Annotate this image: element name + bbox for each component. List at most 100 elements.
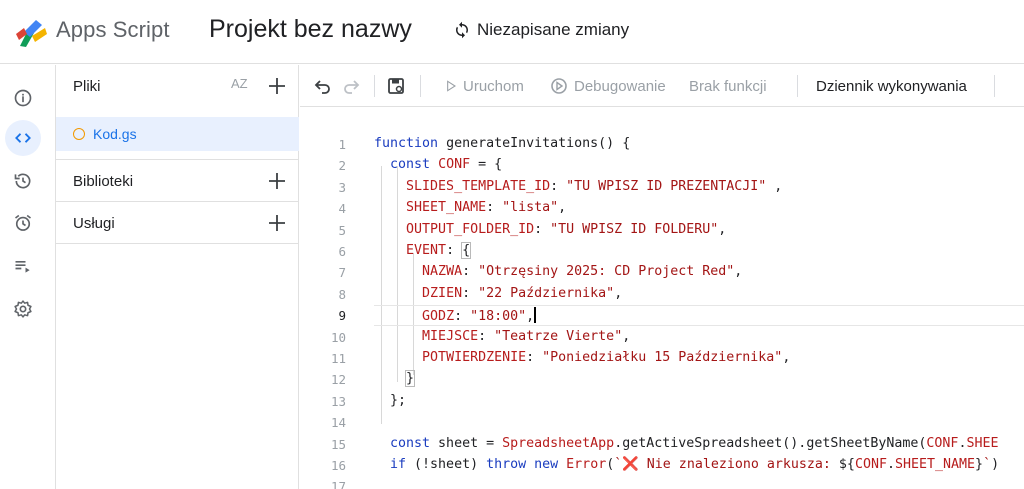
line-number: 16 (330, 458, 346, 473)
save-status-label: Niezapisane zmiany (477, 20, 630, 39)
line-number: 1 (338, 137, 346, 152)
executions-button[interactable] (5, 248, 41, 284)
line-number: 4 (338, 201, 346, 217)
code-line[interactable]: 15 const sheet = SpreadsheetApp.getActiv… (300, 434, 1024, 455)
line-number: 11 (330, 351, 346, 366)
code-line[interactable]: 5 OUTPUT_FOLDER_ID: "TU WPISZ ID FOLDERU… (300, 220, 1024, 241)
undo-button[interactable] (314, 76, 332, 96)
code-line[interactable]: 2 const CONF = { (300, 155, 1024, 176)
project-title[interactable]: Projekt bez nazwy (209, 15, 412, 44)
code-text: MIEJSCE: "Teatrze Vierte", (422, 328, 631, 344)
code-text: GODZ: "18:00", (422, 307, 536, 325)
code-line[interactable]: 7 NAZWA: "Otrzęsiny 2025: CD Project Red… (300, 262, 1024, 283)
code-editor[interactable]: 1 function generateInvitations() { 2 con… (300, 108, 1024, 489)
line-number: 12 (330, 372, 346, 388)
brand-name[interactable]: Apps Script (56, 17, 170, 43)
code-line[interactable]: 6 EVENT: { (300, 241, 1024, 262)
save-button[interactable] (387, 76, 405, 96)
code-text: NAZWA: "Otrzęsiny 2025: CD Project Red", (422, 264, 743, 280)
file-item[interactable]: Kod.gs (56, 117, 299, 151)
code-line[interactable]: 11 POTWIERDZENIE: "Poniedziałku 15 Paźdz… (300, 348, 1024, 369)
code-line[interactable]: 3 SLIDES_TEMPLATE_ID: "TU WPISZ ID PREZE… (300, 177, 1024, 198)
triggers-button[interactable] (5, 205, 41, 241)
function-select[interactable]: Brak funkcji (689, 76, 767, 96)
line-number: 3 (338, 179, 346, 195)
debug-button[interactable]: Debugowanie (550, 76, 666, 96)
line-number: 17 (330, 479, 346, 489)
code-line[interactable]: 17 (300, 476, 1024, 489)
debug-label: Debugowanie (574, 77, 666, 95)
settings-button[interactable] (5, 291, 41, 327)
code-text: SHEET_NAME: "lista", (406, 200, 567, 216)
line-number: 7 (338, 265, 346, 281)
add-library-button[interactable] (266, 170, 288, 192)
code-line-current[interactable]: 9 GODZ: "18:00", (300, 305, 1024, 327)
code-text: POTWIERDZENIE: "Poniedziałku 15 Paździer… (422, 350, 791, 365)
code-line[interactable]: 14 (300, 412, 1024, 433)
code-text: const sheet = SpreadsheetApp.getActiveSp… (390, 435, 999, 451)
line-number: 14 (330, 415, 346, 431)
execution-log-button[interactable]: Dziennik wykonywania (816, 76, 967, 96)
app-header: Apps Script Projekt bez nazwy Niezapisan… (0, 0, 1024, 64)
text-caret (534, 307, 536, 324)
code-line[interactable]: 8 DZIEN: "22 Października", (300, 284, 1024, 305)
code-text: EVENT: { (406, 242, 472, 259)
toolbar-divider (797, 75, 798, 97)
section-divider (56, 243, 299, 244)
code-line[interactable]: 13 }; (300, 391, 1024, 412)
code-line[interactable]: 16 if (!sheet) throw new Error(`❌ Nie zn… (300, 455, 1024, 476)
run-label: Uruchom (463, 77, 524, 95)
redo-icon (344, 80, 360, 94)
plus-icon (269, 78, 285, 94)
code-line[interactable]: 10 MIEJSCE: "Teatrze Vierte", (300, 327, 1024, 348)
add-service-button[interactable] (266, 212, 288, 234)
file-name[interactable]: Kod.gs (93, 126, 137, 142)
code-line[interactable]: 1 function generateInvitations() { (300, 134, 1024, 155)
alarm-icon (15, 214, 32, 231)
services-section: Usługi (56, 201, 299, 243)
libraries-section: Biblioteki (56, 159, 299, 201)
playlist-icon (15, 261, 30, 273)
line-number: 13 (330, 393, 346, 409)
code-icon (15, 133, 31, 143)
code-text: } (405, 370, 416, 388)
services-title: Usługi (73, 215, 115, 232)
plus-icon (269, 173, 285, 189)
execution-log-label: Dziennik wykonywania (816, 77, 967, 95)
code-text: OUTPUT_FOLDER_ID: "TU WPISZ ID FOLDERU", (406, 221, 727, 237)
files-panel: Pliki AZ Kod.gs Biblioteki Usługi (56, 65, 299, 489)
line-number: 9 (338, 308, 346, 324)
run-button[interactable]: Uruchom (445, 76, 524, 96)
save-icon (388, 78, 404, 94)
toolbar-divider (994, 75, 995, 97)
debug-icon (551, 78, 567, 94)
code-text: if (!sheet) throw new Error(`❌ Nie znale… (390, 457, 1000, 472)
file-status-icon (73, 128, 85, 140)
gear-icon (14, 300, 32, 318)
add-file-button[interactable] (266, 75, 288, 97)
redo-button[interactable] (342, 76, 360, 96)
code-text: function generateInvitations() { (374, 136, 631, 151)
code-text: const CONF = { (390, 157, 503, 173)
history-icon (14, 173, 31, 189)
sort-files-button[interactable]: AZ (231, 76, 248, 91)
libraries-title: Biblioteki (73, 173, 134, 190)
toolbar-divider (374, 75, 375, 97)
code-line[interactable]: 4 SHEET_NAME: "lista", (300, 198, 1024, 219)
files-header: Pliki AZ (56, 65, 299, 107)
line-number: 5 (338, 222, 346, 238)
editor-button[interactable] (5, 120, 41, 156)
history-button[interactable] (5, 163, 41, 199)
files-title: Pliki (73, 78, 101, 95)
function-select-label: Brak funkcji (689, 77, 767, 95)
line-number: 15 (330, 436, 346, 452)
sync-icon (456, 21, 468, 39)
line-number: 2 (338, 158, 346, 174)
left-nav-rail (0, 65, 56, 489)
toolbar-divider (420, 75, 421, 97)
apps-script-logo-icon[interactable] (14, 16, 48, 48)
info-icon (14, 89, 32, 107)
code-line[interactable]: 12 } (300, 369, 1024, 390)
play-icon (447, 80, 456, 92)
overview-button[interactable] (5, 80, 41, 116)
